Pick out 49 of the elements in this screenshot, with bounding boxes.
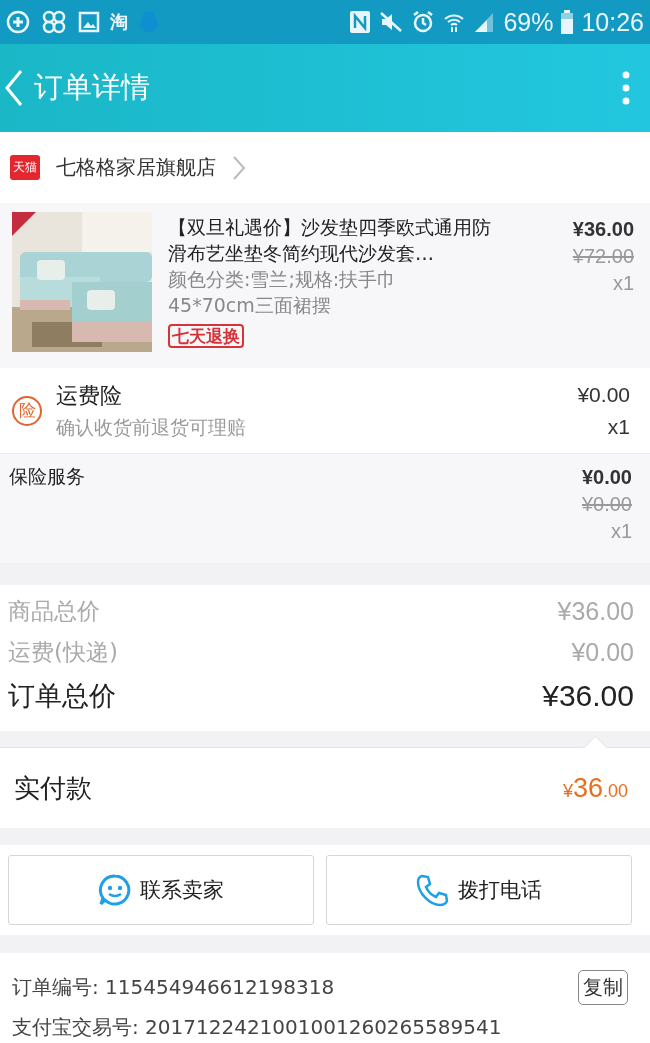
product-price: ¥36.00 xyxy=(572,218,634,241)
wifi-icon xyxy=(443,11,466,33)
total-label: 订单总价 xyxy=(8,679,116,713)
order-info-text: 支付宝交易号: 2017122421001001260265589541 xyxy=(12,1013,502,1041)
copy-button[interactable]: 复制 xyxy=(578,969,628,1005)
nfc-icon xyxy=(349,10,372,34)
total-value: ¥36.00 xyxy=(557,597,634,626)
quantity: x1 xyxy=(612,272,634,295)
total-label: 运费(快递) xyxy=(8,638,118,667)
plus-circle-icon xyxy=(6,10,30,34)
service-quantity: x1 xyxy=(610,520,632,543)
chevron-right-icon xyxy=(232,154,246,181)
service-price: ¥0.00 xyxy=(581,466,632,489)
chat-face-icon xyxy=(98,873,132,907)
service-name: 保险服务 xyxy=(9,464,85,489)
clock-time: 10:26 xyxy=(581,7,644,37)
service-original-price: ¥0.00 xyxy=(581,493,632,516)
clover-icon xyxy=(40,10,68,34)
product-item[interactable]: 【双旦礼遇价】沙发垫四季欧式通用防滑布艺坐垫冬简约现代沙发套… 颜色分类:雪兰;规格:扶手巾45*70cm三面裙摆 七天退换 ¥36.00 ¥72.00 x1 xyxy=(0,203,650,368)
contact-seller-button[interactable]: 联系卖家 xyxy=(8,855,314,925)
paid-amount: ¥36.00 xyxy=(562,772,628,804)
shop-row[interactable]: 天猫 七格格家居旗舰店 xyxy=(0,132,650,203)
image-icon xyxy=(78,11,100,33)
total-value: ¥36.00 xyxy=(542,679,634,713)
tmall-badge: 天猫 xyxy=(10,155,40,180)
battery-percent: 69% xyxy=(503,7,554,37)
shop-name: 七格格家居旗舰店 xyxy=(56,154,216,181)
product-spec: 颜色分类:雪兰;规格:扶手巾45*70cm三面裙摆 xyxy=(168,267,398,318)
insurance-description: 确认收货前退货可理赔 xyxy=(56,414,247,440)
product-title: 【双旦礼遇价】沙发垫四季欧式通用防滑布艺坐垫冬简约现代沙发套… xyxy=(168,215,492,266)
insurance-name: 运费险 xyxy=(56,381,123,410)
original-price: ¥72.00 xyxy=(572,245,634,268)
more-icon[interactable] xyxy=(622,71,630,105)
call-button[interactable]: 拨打电话 xyxy=(326,855,632,925)
back-icon[interactable] xyxy=(4,68,24,108)
insurance-icon: 险 xyxy=(12,395,42,426)
return-tag: 七天退换 xyxy=(168,324,244,348)
battery-icon xyxy=(561,10,574,34)
signal-icon xyxy=(473,11,496,33)
notification-text: 淘 xyxy=(110,10,128,34)
page-title: 订单详情 xyxy=(34,69,151,106)
total-value: ¥0.00 xyxy=(571,638,634,667)
phone-icon xyxy=(416,873,450,907)
mute-icon xyxy=(379,11,404,33)
insurance-price: ¥0.00 xyxy=(577,382,630,407)
paid-label: 实付款 xyxy=(14,771,92,805)
order-info-text: 订单编号: 115454946612198318 xyxy=(12,973,335,1001)
insurance-quantity: x1 xyxy=(607,414,630,439)
total-label: 商品总价 xyxy=(8,597,100,626)
